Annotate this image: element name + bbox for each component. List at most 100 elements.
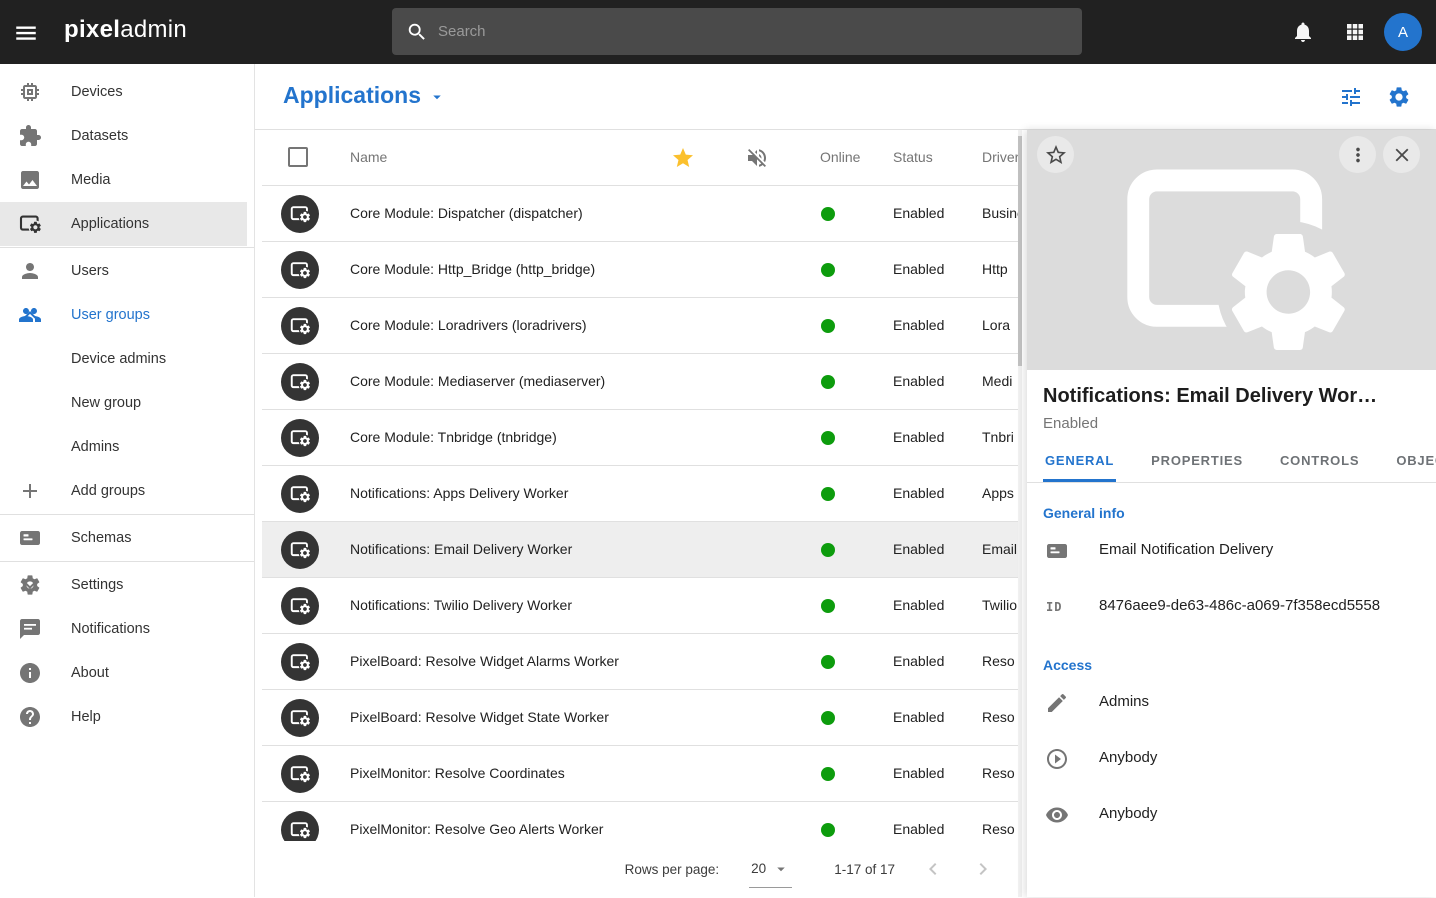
table-row[interactable]: Core Module: Dispatcher (dispatcher)Enab… xyxy=(262,186,1018,242)
table-row[interactable]: Notifications: Twilio Delivery Worker Ena… xyxy=(262,578,1018,634)
chevron-down-icon[interactable] xyxy=(18,573,234,597)
row-status: Enabled xyxy=(893,821,944,837)
sidebar-item-label: Media xyxy=(71,172,111,188)
table-row[interactable]: Core Module: Loradrivers (loradrivers)En… xyxy=(262,298,1018,354)
tab-general[interactable]: GENERAL xyxy=(1043,453,1116,482)
volume-off-column-icon[interactable] xyxy=(745,146,769,170)
row-status: Enabled xyxy=(893,205,944,221)
sidebar-item-label: Users xyxy=(71,263,109,279)
row-name: PixelMonitor: Resolve Coordinates xyxy=(350,765,565,781)
sidebar-item-admins[interactable]: Admins xyxy=(0,425,254,469)
apps-grid-icon[interactable] xyxy=(1343,20,1367,44)
sidebar-item-new-group[interactable]: New group xyxy=(0,381,254,425)
detail-info-row: Email Notification Delivery xyxy=(1027,523,1436,579)
star-column-icon[interactable] xyxy=(671,146,695,170)
sidebar-item-schemas[interactable]: Schemas xyxy=(0,516,254,560)
app-icon xyxy=(281,419,319,457)
sidebar-item-users[interactable]: Users xyxy=(0,249,254,293)
table-row[interactable]: PixelBoard: Resolve Widget Alarms Worker… xyxy=(262,634,1018,690)
row-driver: Reso xyxy=(982,821,1018,837)
detail-info-value: Admins xyxy=(1099,693,1149,710)
settings-gear-icon[interactable] xyxy=(1387,85,1411,109)
row-status: Enabled xyxy=(893,597,944,613)
chevron-up-icon[interactable] xyxy=(18,303,234,327)
column-online: Online xyxy=(820,149,860,165)
select-all-checkbox[interactable] xyxy=(288,147,308,167)
sidebar-item-add-groups[interactable]: Add groups xyxy=(0,469,254,513)
sidebar-item-label: New group xyxy=(71,395,141,411)
sidebar-item-help[interactable]: Help xyxy=(0,695,254,739)
table-row[interactable]: PixelBoard: Resolve Widget State WorkerE… xyxy=(262,690,1018,746)
chevron-right-icon[interactable] xyxy=(971,857,995,881)
column-driver: Driver xyxy=(982,149,1018,165)
detail-info-value: Anybody xyxy=(1099,805,1157,822)
tab-controls[interactable]: CONTROLS xyxy=(1278,453,1361,482)
table-row[interactable]: Notifications: Email Delivery WorkerEnab… xyxy=(262,522,1018,578)
sidebar-item-device-admins[interactable]: Device admins xyxy=(0,337,254,381)
menu-icon[interactable] xyxy=(13,20,39,44)
row-name: Notifications: Twilio Delivery Worker xyxy=(350,597,572,613)
table-row[interactable]: PixelMonitor: Resolve CoordinatesEnabled… xyxy=(262,746,1018,802)
online-dot xyxy=(821,375,835,389)
sidebar-item-applications[interactable]: Applications xyxy=(0,202,247,246)
sidebar-item-datasets[interactable]: Datasets xyxy=(0,114,254,158)
sidebar-item-notifications[interactable]: Notifications xyxy=(0,607,254,651)
app-gear-icon xyxy=(18,212,42,236)
scrollbar-thumb[interactable] xyxy=(1018,136,1022,366)
table-row[interactable]: Core Module: Mediaserver (mediaserver)En… xyxy=(262,354,1018,410)
row-status: Enabled xyxy=(893,317,944,333)
table-row[interactable]: Notifications: Apps Delivery WorkerEnabl… xyxy=(262,466,1018,522)
sidebar-item-label: Applications xyxy=(71,216,149,232)
rows-per-page-label: Rows per page: xyxy=(625,862,720,877)
search-input[interactable] xyxy=(438,23,1068,40)
chat-icon xyxy=(18,617,42,641)
table-row[interactable]: Core Module: Tnbridge (tnbridge)EnabledT… xyxy=(262,410,1018,466)
help-icon xyxy=(18,705,42,729)
online-dot xyxy=(821,487,835,501)
row-driver: Email xyxy=(982,541,1018,557)
sidebar-item-user-groups[interactable]: User groups xyxy=(0,293,254,337)
detail-info-value: Anybody xyxy=(1099,749,1157,766)
detail-info-row: ID8476aee9-de63-486c-a069-7f358ecd5558 xyxy=(1027,579,1436,635)
app-icon xyxy=(281,195,319,233)
close-icon[interactable] xyxy=(1383,136,1420,173)
filter-tune-icon[interactable] xyxy=(1339,85,1363,109)
search-box[interactable] xyxy=(392,8,1082,55)
applications-table: Name Online Status Driver Core Module: D… xyxy=(262,130,1018,897)
sidebar-divider xyxy=(0,247,254,248)
detail-title: Notifications: Email Delivery Wor… xyxy=(1043,385,1420,408)
chevron-left-icon[interactable] xyxy=(921,857,945,881)
access-heading: Access xyxy=(1043,657,1420,673)
favorite-star-icon[interactable] xyxy=(1037,136,1074,173)
row-driver: Reso xyxy=(982,653,1018,669)
tab-properties[interactable]: PROPERTIES xyxy=(1149,453,1245,482)
row-driver: Reso xyxy=(982,765,1018,781)
table-row[interactable]: Core Module: Http_Bridge (http_bridge)En… xyxy=(262,242,1018,298)
row-name: Notifications: Apps Delivery Worker xyxy=(350,485,568,501)
table-rows: Core Module: Dispatcher (dispatcher)Enab… xyxy=(262,186,1018,841)
app-icon xyxy=(281,531,319,569)
online-dot xyxy=(821,711,835,725)
sidebar-item-about[interactable]: About xyxy=(0,651,254,695)
sidebar-item-settings[interactable]: Settings xyxy=(0,563,254,607)
page-title-dropdown[interactable]: Applications xyxy=(283,82,446,109)
pagination-range: 1-17 of 17 xyxy=(834,862,895,877)
sidebar-item-devices[interactable]: Devices xyxy=(0,70,254,114)
more-menu-icon[interactable] xyxy=(1339,136,1376,173)
avatar[interactable]: A xyxy=(1384,13,1422,51)
detail-panel: Notifications: Email Delivery Wor… Enabl… xyxy=(1027,130,1436,897)
row-name: PixelMonitor: Resolve Geo Alerts Worker xyxy=(350,821,603,837)
rows-per-page-select[interactable]: 20 xyxy=(749,860,792,888)
main-content: Applications Name Online Status Driver C… xyxy=(255,64,1436,897)
app-icon xyxy=(281,643,319,681)
sidebar-item-media[interactable]: Media xyxy=(0,158,254,202)
brand-logo: pixeladmin xyxy=(64,16,187,44)
online-dot xyxy=(821,655,835,669)
sidebar-item-label: Devices xyxy=(71,84,123,100)
table-row[interactable]: PixelMonitor: Resolve Geo Alerts Worker E… xyxy=(262,802,1018,841)
tab-objects[interactable]: OBJECTS xyxy=(1394,453,1436,482)
online-dot xyxy=(821,823,835,837)
column-name: Name xyxy=(350,149,387,165)
detail-tabs: GENERAL PROPERTIES CONTROLS OBJECTS xyxy=(1027,453,1436,483)
notifications-bell-icon[interactable] xyxy=(1291,20,1315,44)
